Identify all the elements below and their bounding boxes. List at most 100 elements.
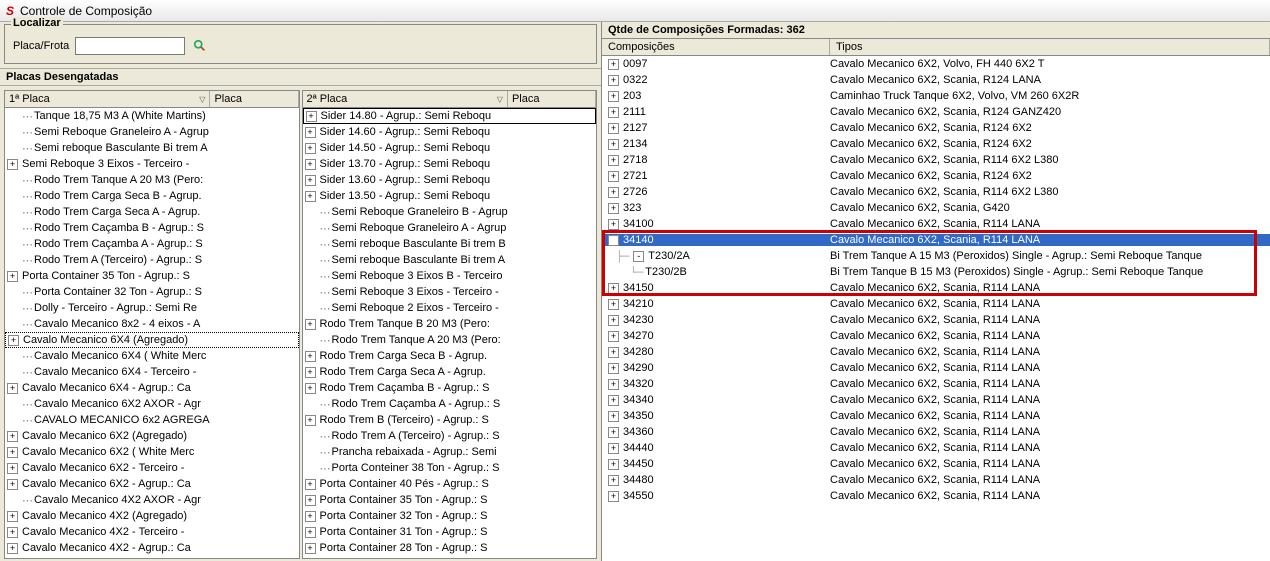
tree-row[interactable]: ├─-T230/2ABi Trem Tanque A 15 M3 (Peroxi…: [602, 248, 1270, 264]
tree-row[interactable]: +34450Cavalo Mecanico 6X2, Scania, R114 …: [602, 456, 1270, 472]
list-item[interactable]: ⋯Semi Reboque 3 Eixos - Terceiro -: [303, 284, 597, 300]
expand-icon[interactable]: +: [608, 427, 619, 438]
expand-icon[interactable]: +: [608, 171, 619, 182]
list-item[interactable]: +Cavalo Mecanico 4X2 - Terceiro -: [5, 524, 299, 540]
expand-icon[interactable]: +: [608, 411, 619, 422]
tree-row[interactable]: +2127Cavalo Mecanico 6X2, Scania, R124 6…: [602, 120, 1270, 136]
search-icon[interactable]: [191, 37, 209, 55]
tree-row[interactable]: +2134Cavalo Mecanico 6X2, Scania, R124 6…: [602, 136, 1270, 152]
col2-header-a[interactable]: 2ª Placa ▽: [303, 91, 508, 107]
list-item[interactable]: ⋯Rodo Trem A (Terceiro) - Agrup.: S: [303, 428, 597, 444]
dropdown-icon[interactable]: ▽: [497, 95, 503, 104]
expand-icon[interactable]: +: [305, 143, 316, 154]
expand-icon[interactable]: +: [7, 447, 18, 458]
list-item[interactable]: ⋯Dolly - Terceiro - Agrup.: Semi Re: [5, 300, 299, 316]
expand-icon[interactable]: +: [305, 543, 316, 554]
list-item[interactable]: +Rodo Trem B (Terceiro) - Agrup.: S: [303, 412, 597, 428]
composicoes-tree[interactable]: +0097Cavalo Mecanico 6X2, Volvo, FH 440 …: [602, 56, 1270, 561]
list-item[interactable]: +Sider 13.70 - Agrup.: Semi Reboqu: [303, 156, 597, 172]
list-item[interactable]: +Rodo Trem Carga Seca A - Agrup.: [303, 364, 597, 380]
list-item[interactable]: ⋯Semi Reboque 2 Eixos - Terceiro -: [303, 300, 597, 316]
list-item[interactable]: +Cavalo Mecanico 6X2 ( White Merc: [5, 444, 299, 460]
expand-icon[interactable]: +: [608, 59, 619, 70]
expand-icon[interactable]: +: [608, 315, 619, 326]
expand-icon[interactable]: +: [608, 203, 619, 214]
list-item[interactable]: ⋯Rodo Trem Tanque A 20 M3 (Pero:: [303, 332, 597, 348]
tree-row[interactable]: +34210Cavalo Mecanico 6X2, Scania, R114 …: [602, 296, 1270, 312]
list-item[interactable]: ⋯Porta Container 32 Ton - Agrup.: S: [5, 284, 299, 300]
expand-icon[interactable]: +: [7, 271, 18, 282]
list-item[interactable]: ⋯Cavalo Mecanico 6X2 AXOR - Agr: [5, 396, 299, 412]
list-item[interactable]: +Sider 13.50 - Agrup.: Semi Reboqu: [303, 188, 597, 204]
tree-row[interactable]: +34550Cavalo Mecanico 6X2, Scania, R114 …: [602, 488, 1270, 504]
list-item[interactable]: +Porta Container 32 Ton - Agrup.: S: [303, 508, 597, 524]
list-item[interactable]: ⋯Cavalo Mecanico 6X4 - Terceiro -: [5, 364, 299, 380]
list-item[interactable]: ⋯Rodo Trem Caçamba A - Agrup.: S: [303, 396, 597, 412]
list-item[interactable]: ⋯Rodo Trem Caçamba A - Agrup.: S: [5, 236, 299, 252]
tree-row[interactable]: -34140Cavalo Mecanico 6X2, Scania, R114 …: [602, 232, 1270, 248]
list-item[interactable]: +Porta Container 31 Ton - Agrup.: S: [303, 524, 597, 540]
dropdown-icon[interactable]: ▽: [199, 95, 205, 104]
expand-icon[interactable]: +: [608, 155, 619, 166]
expand-icon[interactable]: +: [305, 175, 316, 186]
tree-row[interactable]: +34320Cavalo Mecanico 6X2, Scania, R114 …: [602, 376, 1270, 392]
tree-row[interactable]: +34480Cavalo Mecanico 6X2, Scania, R114 …: [602, 472, 1270, 488]
expand-icon[interactable]: +: [608, 491, 619, 502]
expand-icon[interactable]: +: [608, 459, 619, 470]
list-item[interactable]: ⋯Semi Reboque Graneleiro A - Agrup: [303, 220, 597, 236]
tree-row[interactable]: +2111Cavalo Mecanico 6X2, Scania, R124 G…: [602, 104, 1270, 120]
expand-icon[interactable]: +: [305, 351, 316, 362]
list-item[interactable]: +Porta Container 40 Pés - Agrup.: S: [303, 476, 597, 492]
expand-icon[interactable]: +: [306, 111, 317, 122]
expand-icon[interactable]: +: [608, 139, 619, 150]
list-item[interactable]: ⋯Rodo Trem Tanque A 20 M3 (Pero:: [5, 172, 299, 188]
list-item[interactable]: ⋯Semi Reboque Graneleiro B - Agrup: [303, 204, 597, 220]
col1-header-b[interactable]: Placa: [210, 91, 298, 107]
col2-header-b[interactable]: Placa: [508, 91, 596, 107]
expand-icon[interactable]: +: [7, 159, 18, 170]
list-item[interactable]: +Rodo Trem Caçamba B - Agrup.: S: [303, 380, 597, 396]
expand-icon[interactable]: +: [305, 367, 316, 378]
expand-icon[interactable]: +: [608, 331, 619, 342]
placa-frota-input[interactable]: [75, 37, 185, 55]
tree-row[interactable]: +34280Cavalo Mecanico 6X2, Scania, R114 …: [602, 344, 1270, 360]
tree-row[interactable]: +34100Cavalo Mecanico 6X2, Scania, R114 …: [602, 216, 1270, 232]
list-item[interactable]: +Cavalo Mecanico 6X2 - Agrup.: Ca: [5, 476, 299, 492]
list-item[interactable]: +Sider 13.60 - Agrup.: Semi Reboqu: [303, 172, 597, 188]
tree-row[interactable]: +2726Cavalo Mecanico 6X2, Scania, R114 6…: [602, 184, 1270, 200]
list-item[interactable]: ⋯Prancha rebaixada - Agrup.: Semi: [303, 444, 597, 460]
list-item[interactable]: +Cavalo Mecanico 4X2 (Agregado): [5, 508, 299, 524]
expand-icon[interactable]: +: [608, 123, 619, 134]
list-item[interactable]: +Cavalo Mecanico 6X2 - Terceiro -: [5, 460, 299, 476]
list-item[interactable]: +Sider 14.60 - Agrup.: Semi Reboqu: [303, 124, 597, 140]
list-item[interactable]: ⋯Semi Reboque 3 Eixos B - Terceiro: [303, 268, 597, 284]
expand-icon[interactable]: +: [305, 191, 316, 202]
expand-icon[interactable]: +: [7, 511, 18, 522]
expand-icon[interactable]: +: [305, 319, 316, 330]
list-item[interactable]: +Porta Container 28 Ton - Agrup.: S: [303, 540, 597, 556]
expand-icon[interactable]: +: [608, 475, 619, 486]
expand-icon[interactable]: -: [608, 235, 619, 246]
expand-icon[interactable]: +: [608, 91, 619, 102]
tree-row[interactable]: └─T230/2BBi Trem Tanque B 15 M3 (Peroxid…: [602, 264, 1270, 280]
tree-row[interactable]: +203Caminhao Truck Tanque 6X2, Volvo, VM…: [602, 88, 1270, 104]
list-item[interactable]: +Cavalo Mecanico 6X4 - Agrup.: Ca: [5, 380, 299, 396]
list-item[interactable]: ⋯Cavalo Mecanico 6X4 ( White Merc: [5, 348, 299, 364]
list-item[interactable]: ⋯Cavalo Mecanico 4X2 AXOR - Agr: [5, 492, 299, 508]
expand-icon[interactable]: +: [608, 363, 619, 374]
tree-row[interactable]: +0322Cavalo Mecanico 6X2, Scania, R124 L…: [602, 72, 1270, 88]
expand-icon[interactable]: +: [305, 495, 316, 506]
tree-row[interactable]: +34350Cavalo Mecanico 6X2, Scania, R114 …: [602, 408, 1270, 424]
list-item[interactable]: ⋯Porta Conteiner 38 Ton - Agrup.: S: [303, 460, 597, 476]
tree-row[interactable]: +34440Cavalo Mecanico 6X2, Scania, R114 …: [602, 440, 1270, 456]
expand-icon[interactable]: -: [633, 251, 644, 262]
list-item[interactable]: +Rodo Trem Carga Seca B - Agrup.: [303, 348, 597, 364]
tree-row[interactable]: +34230Cavalo Mecanico 6X2, Scania, R114 …: [602, 312, 1270, 328]
tree-row[interactable]: +34150Cavalo Mecanico 6X2, Scania, R114 …: [602, 280, 1270, 296]
list-item[interactable]: +Semi Reboque 3 Eixos - Terceiro -: [5, 156, 299, 172]
expand-icon[interactable]: +: [7, 431, 18, 442]
expand-icon[interactable]: +: [7, 383, 18, 394]
col1-header-a[interactable]: 1ª Placa ▽: [5, 91, 210, 107]
list-item[interactable]: ⋯Rodo Trem Carga Seca A - Agrup.: [5, 204, 299, 220]
expand-icon[interactable]: +: [305, 511, 316, 522]
